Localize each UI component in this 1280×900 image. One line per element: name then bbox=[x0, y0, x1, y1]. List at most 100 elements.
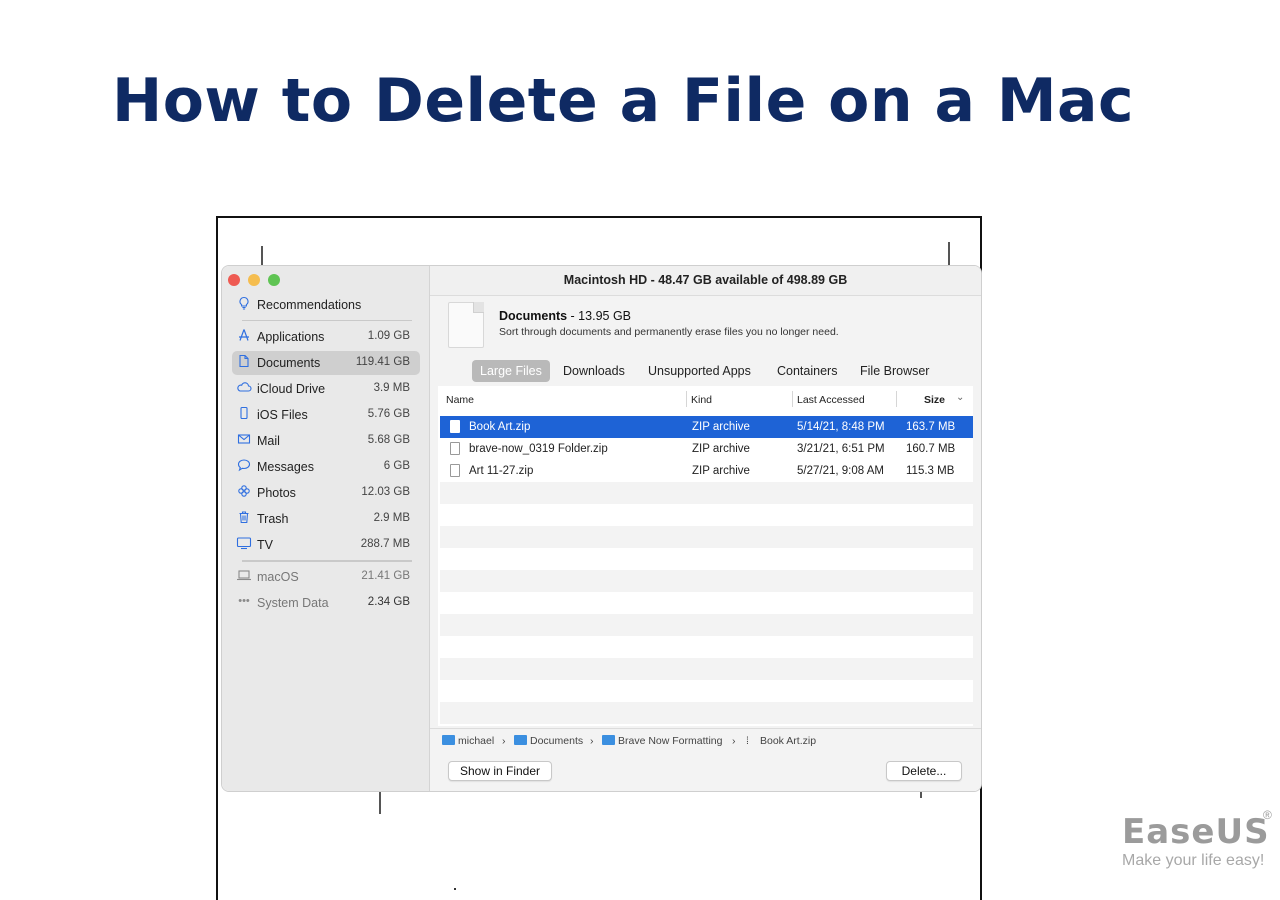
sidebar-item-size: 2.34 GB bbox=[367, 596, 410, 608]
column-separator bbox=[686, 391, 687, 407]
path-file[interactable]: Book Art.zip bbox=[760, 735, 816, 747]
column-separator bbox=[896, 391, 897, 407]
sidebar-item-size: 21.41 GB bbox=[361, 570, 410, 582]
document-icon bbox=[236, 354, 252, 370]
minimize-window-button[interactable] bbox=[248, 274, 260, 286]
photos-icon bbox=[236, 484, 252, 500]
sidebar-item-label: Trash bbox=[257, 512, 289, 526]
chevron-down-icon[interactable]: ⌄ bbox=[956, 392, 964, 403]
cell-size: 115.3 MB bbox=[906, 465, 955, 477]
sidebar-item-icloud-drive[interactable]: iCloud Drive 3.9 MB bbox=[232, 377, 420, 401]
page: How to Delete a File on a Mac Recommenda… bbox=[0, 0, 1280, 900]
main-pane: Macintosh HD - 48.47 GB available of 498… bbox=[430, 266, 981, 791]
tv-icon bbox=[236, 536, 252, 552]
sidebar-item-trash[interactable]: Trash 2.9 MB bbox=[232, 507, 420, 531]
sidebar-item-label: macOS bbox=[257, 570, 299, 584]
sidebar-item-ios-files[interactable]: iOS Files 5.76 GB bbox=[232, 403, 420, 427]
cell-name: brave-now_0319 Folder.zip bbox=[469, 443, 608, 455]
delete-button[interactable]: Delete... bbox=[886, 761, 962, 781]
laptop-icon bbox=[236, 568, 252, 584]
empty-row bbox=[440, 482, 973, 504]
sidebar-item-size: 5.76 GB bbox=[367, 408, 410, 420]
category-header: Documents - 13.95 GB bbox=[499, 309, 631, 323]
show-in-finder-button[interactable]: Show in Finder bbox=[448, 761, 552, 781]
cell-kind: ZIP archive bbox=[692, 443, 750, 455]
cell-name: Book Art.zip bbox=[469, 421, 531, 433]
category-name: Documents bbox=[499, 309, 568, 323]
column-header-size[interactable]: Size bbox=[924, 394, 945, 406]
sidebar-divider bbox=[242, 560, 412, 562]
path-separator: › bbox=[502, 735, 506, 747]
sidebar-divider bbox=[242, 320, 412, 321]
sidebar-item-system-data[interactable]: ••• System Data 2.34 GB bbox=[232, 591, 420, 615]
column-header-kind[interactable]: Kind bbox=[691, 394, 712, 406]
sidebar-item-label: Messages bbox=[257, 460, 314, 474]
empty-row bbox=[440, 570, 973, 592]
sidebar-item-tv[interactable]: TV 288.7 MB bbox=[232, 533, 420, 557]
folder-icon bbox=[602, 735, 615, 745]
sidebar-item-label: Documents bbox=[257, 356, 321, 370]
sidebar-item-photos[interactable]: Photos 12.03 GB bbox=[232, 481, 420, 505]
sidebar-item-mail[interactable]: Mail 5.68 GB bbox=[232, 429, 420, 453]
zip-file-icon bbox=[450, 442, 460, 455]
category-description: Sort through documents and permanently e… bbox=[499, 326, 839, 338]
zip-file-icon: ⁞ bbox=[746, 735, 749, 747]
tab-large-files[interactable]: Large Files bbox=[472, 360, 550, 382]
empty-row bbox=[440, 702, 973, 724]
sidebar-item-label: Mail bbox=[257, 434, 280, 448]
empty-row bbox=[440, 658, 973, 680]
sidebar: Recommendations Applications 1.09 GB Doc… bbox=[222, 266, 430, 791]
table-row[interactable]: Book Art.zip ZIP archive 5/14/21, 8:48 P… bbox=[440, 416, 973, 438]
sidebar-item-size: 12.03 GB bbox=[361, 486, 410, 498]
path-folder-documents[interactable]: Documents bbox=[530, 735, 583, 747]
stray-dot bbox=[454, 888, 456, 890]
tab-downloads[interactable]: Downloads bbox=[555, 360, 633, 382]
column-header-last-accessed[interactable]: Last Accessed bbox=[797, 394, 865, 406]
cell-last-accessed: 3/21/21, 6:51 PM bbox=[797, 443, 885, 455]
sidebar-item-label: Applications bbox=[257, 330, 325, 344]
tab-unsupported-apps[interactable]: Unsupported Apps bbox=[640, 360, 759, 382]
cloud-icon bbox=[236, 380, 252, 396]
sidebar-item-documents[interactable]: Documents 119.41 GB bbox=[232, 351, 420, 375]
sidebar-item-label: TV bbox=[257, 538, 273, 552]
cell-kind: ZIP archive bbox=[692, 465, 750, 477]
zip-file-icon bbox=[450, 420, 460, 433]
zoom-window-button[interactable] bbox=[268, 274, 280, 286]
path-user[interactable]: michael bbox=[458, 735, 494, 747]
home-folder-icon bbox=[442, 735, 455, 745]
empty-row bbox=[440, 526, 973, 548]
sidebar-item-label: Recommendations bbox=[257, 298, 362, 312]
cell-size: 160.7 MB bbox=[906, 443, 956, 455]
sidebar-item-label: Photos bbox=[257, 486, 296, 500]
document-large-icon bbox=[448, 302, 484, 348]
cell-last-accessed: 5/27/21, 9:08 AM bbox=[797, 465, 884, 477]
tab-file-browser[interactable]: File Browser bbox=[852, 360, 937, 382]
brand-tagline: Make your life easy! bbox=[1122, 852, 1265, 869]
sidebar-item-size: 1.09 GB bbox=[367, 330, 410, 342]
close-window-button[interactable] bbox=[228, 274, 240, 286]
file-table: Name Kind Last Accessed Size ⌄ Book Art.… bbox=[438, 386, 973, 726]
sidebar-item-messages[interactable]: Messages 6 GB bbox=[232, 455, 420, 479]
column-header-name[interactable]: Name bbox=[446, 394, 474, 406]
table-row[interactable]: Art 11-27.zip ZIP archive 5/27/21, 9:08 … bbox=[440, 460, 973, 482]
applications-icon bbox=[236, 328, 252, 344]
cell-name: Art 11-27.zip bbox=[469, 465, 534, 477]
path-separator: › bbox=[590, 735, 594, 747]
cell-size: 163.7 MB bbox=[906, 421, 956, 433]
screenshot-frame: Recommendations Applications 1.09 GB Doc… bbox=[216, 216, 982, 900]
path-folder-brave[interactable]: Brave Now Formatting bbox=[618, 735, 722, 747]
tab-containers[interactable]: Containers bbox=[769, 360, 845, 382]
registered-mark: ® bbox=[1263, 808, 1272, 822]
path-separator: › bbox=[732, 735, 736, 747]
easeus-logo: EaseUS bbox=[1122, 812, 1270, 852]
path-bar: michael › Documents › Brave Now Formatti… bbox=[430, 728, 981, 752]
sidebar-item-size: 3.9 MB bbox=[373, 382, 410, 394]
ellipsis-icon: ••• bbox=[238, 595, 250, 607]
sidebar-item-recommendations[interactable]: Recommendations bbox=[232, 293, 420, 317]
sidebar-item-macos[interactable]: macOS 21.41 GB bbox=[232, 565, 420, 589]
sidebar-item-size: 2.9 MB bbox=[373, 512, 410, 524]
column-separator bbox=[792, 391, 793, 407]
sidebar-item-size: 5.68 GB bbox=[367, 434, 410, 446]
sidebar-item-applications[interactable]: Applications 1.09 GB bbox=[232, 325, 420, 349]
table-row[interactable]: brave-now_0319 Folder.zip ZIP archive 3/… bbox=[440, 438, 973, 460]
